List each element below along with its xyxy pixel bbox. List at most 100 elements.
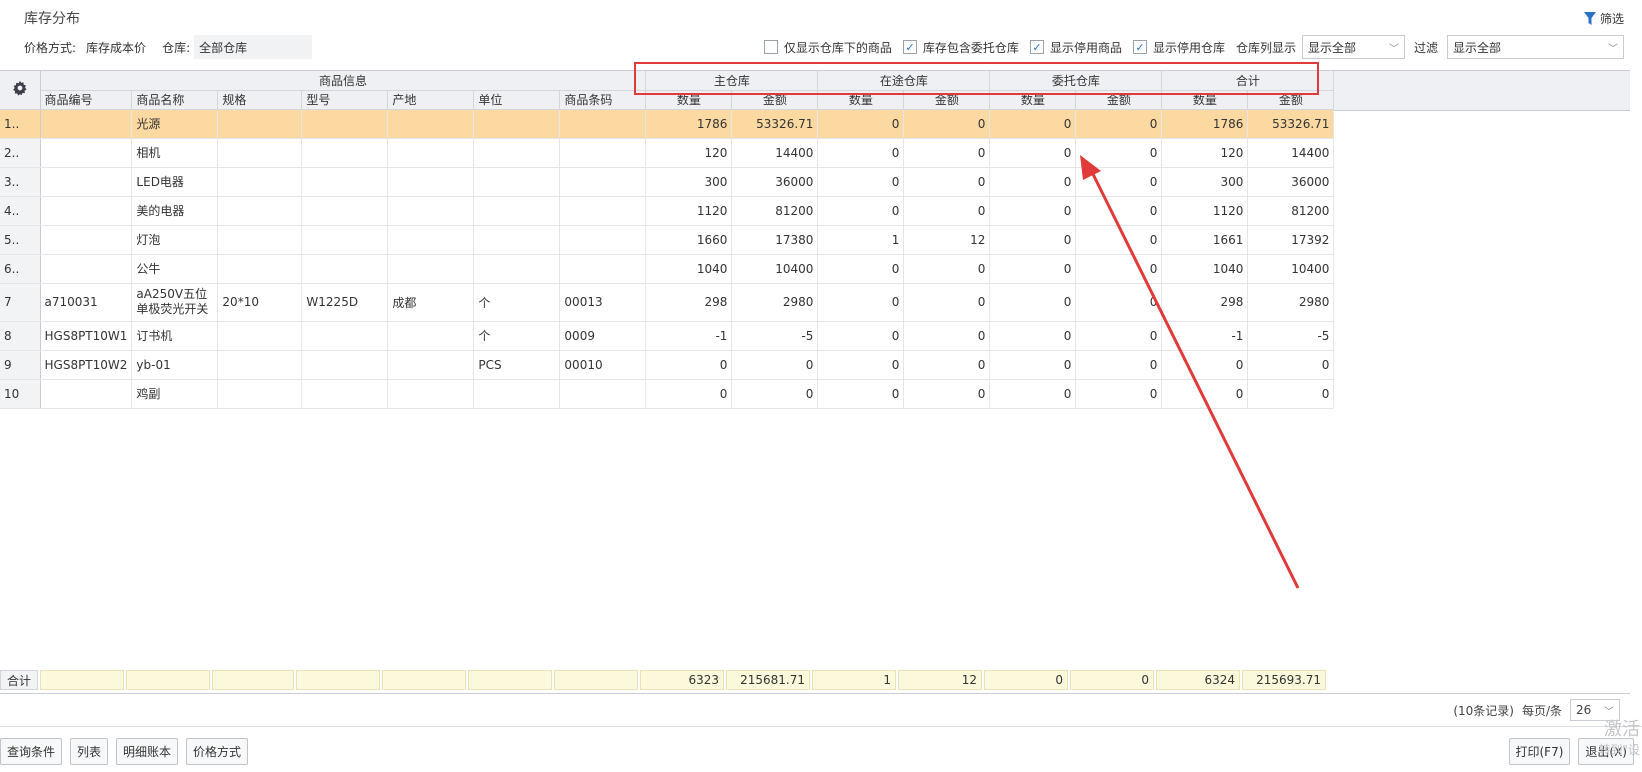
cell-value: 300 [1161, 167, 1249, 197]
query-conditions-button[interactable]: 查询条件 [0, 738, 63, 765]
table-row[interactable]: 7 a710031 aA250V五位单极荧光开关 20*10 W1225D 成都个 0001… [0, 283, 1335, 322]
cell-unit [473, 167, 561, 197]
cell-value: 0 [817, 254, 905, 284]
option-show-disabled-warehouse[interactable]: ✓ 显示停用仓库 [1132, 39, 1225, 56]
cell-value: 0 [989, 167, 1077, 197]
cell-model [301, 196, 389, 226]
cell-value: 0 [903, 138, 991, 168]
cell-value: 0 [731, 350, 819, 380]
cell-value: 0 [903, 321, 991, 351]
detail-ledger-button[interactable]: 明细账本 [116, 738, 179, 765]
table-row[interactable]: 4.. 美的电器 1120 81200 0 0 0 0 1120 81200 [0, 196, 1335, 226]
activation-watermark: 激活 转到"设 [1598, 719, 1640, 758]
column-header[interactable]: 商品编号 [40, 90, 133, 110]
column-header[interactable]: 产地 [387, 90, 475, 110]
table-row[interactable]: 8 HGS8PT10W1 订书机个 0009 -1 -5 0 0 0 0 -1 -5 [0, 321, 1335, 351]
total-label: 合计 [0, 670, 38, 690]
price-method-button[interactable]: 价格方式 [186, 738, 249, 765]
cell-code [40, 254, 133, 284]
column-header[interactable]: 金额 [903, 90, 991, 110]
cell-spec [217, 321, 303, 351]
chevron-down-icon: ﹀ [1604, 706, 1614, 718]
cell-value: 0 [817, 350, 905, 380]
column-header[interactable]: 数量 [1161, 90, 1249, 110]
cell-value: 81200 [1247, 196, 1335, 226]
group-header-total: 合计 [1161, 71, 1335, 91]
column-display-label: 仓库列显示 [1235, 40, 1296, 55]
cell-value: 0 [1161, 379, 1249, 409]
table-row[interactable]: 5.. 灯泡 1660 17380 1 12 0 0 1661 17392 [0, 225, 1335, 255]
column-header[interactable]: 数量 [645, 90, 733, 110]
cell-code [40, 379, 133, 409]
cell-barcode: 0009 [559, 321, 647, 351]
row-index: 5.. [0, 225, 41, 255]
checkbox[interactable] [763, 40, 778, 54]
column-header[interactable]: 规格 [217, 90, 303, 110]
filter-button[interactable]: 筛选 [1583, 10, 1624, 27]
column-header[interactable]: 商品条码 [559, 90, 647, 110]
page-title: 库存分布 [24, 11, 80, 27]
cell-name: 订书机 [131, 321, 219, 351]
list-button[interactable]: 列表 [70, 738, 109, 765]
cell-value: 36000 [731, 167, 819, 197]
cell-value: 0 [989, 321, 1077, 351]
column-header[interactable]: 金额 [1247, 90, 1335, 110]
column-settings-button[interactable] [0, 71, 41, 110]
cell-value: 120 [1161, 138, 1249, 168]
table-row[interactable]: 6.. 公牛 1040 10400 0 0 0 0 1040 10400 [0, 254, 1335, 284]
column-header[interactable]: 金额 [731, 90, 819, 110]
table-row[interactable]: 10 鸡副 0 0 0 0 0 0 0 0 [0, 379, 1335, 409]
table-row[interactable]: 3.. LED电器 300 36000 0 0 0 0 300 36000 [0, 167, 1335, 197]
filter-select[interactable]: 显示全部 ﹀ [1447, 35, 1624, 59]
cell-value: 0 [903, 167, 991, 197]
cell-value: 0 [817, 196, 905, 226]
checkbox[interactable]: ✓ [902, 40, 917, 54]
cell-origin [387, 196, 475, 226]
column-header[interactable]: 金额 [1075, 90, 1163, 110]
column-header[interactable]: 数量 [817, 90, 905, 110]
column-header[interactable]: 商品名称 [131, 90, 219, 110]
cell-value: 1660 [645, 225, 733, 255]
per-page-select[interactable]: 26 ﹀ [1570, 699, 1620, 721]
gear-icon[interactable] [12, 81, 28, 99]
table-row[interactable]: 9 HGS8PT10W2 yb-01 PCS 00010 0 0 0 0 0 0 0 0 [0, 350, 1335, 380]
cell-value: 298 [645, 283, 733, 322]
option-warehouse-goods-only[interactable]: 仅显示仓库下的商品 [763, 39, 892, 56]
cell-origin [387, 254, 475, 284]
row-index: 6.. [0, 254, 41, 284]
print-button[interactable]: 打印(F7) [1508, 738, 1571, 765]
checkbox[interactable]: ✓ [1132, 40, 1147, 54]
warehouse-field[interactable]: 全部仓库 [194, 35, 313, 59]
cell-name: yb-01 [131, 350, 219, 380]
cell-value: 0 [989, 225, 1077, 255]
total-empty-cell [296, 670, 380, 690]
total-empty-cell [382, 670, 466, 690]
column-display-select[interactable]: 显示全部 ﹀ [1301, 35, 1405, 59]
per-page-label: 每页/条 [1521, 703, 1562, 718]
cell-value: 17392 [1247, 225, 1335, 255]
option-include-consign[interactable]: ✓ 库存包含委托仓库 [902, 39, 1019, 56]
cell-value: 0 [1247, 350, 1335, 380]
option-show-disabled-goods[interactable]: ✓ 显示停用商品 [1029, 39, 1122, 56]
cell-value: 10400 [731, 254, 819, 284]
price-method-label: 价格方式: [24, 40, 77, 55]
cell-value: 0 [1075, 225, 1163, 255]
column-header[interactable]: 型号 [301, 90, 389, 110]
cell-value: 1120 [645, 196, 733, 226]
cell-name: 相机 [131, 138, 219, 168]
cell-value: 1786 [1161, 109, 1249, 139]
column-header[interactable]: 数量 [989, 90, 1077, 110]
cell-value: 0 [1075, 138, 1163, 168]
cell-value: 0 [1247, 379, 1335, 409]
column-header[interactable]: 单位 [473, 90, 561, 110]
group-header-main: 主仓库 [645, 71, 819, 91]
table-row[interactable]: 1.. 光源 1786 53326.71 0 0 0 0 1786 53326.71 [0, 109, 1335, 139]
cell-value: 14400 [1247, 138, 1335, 168]
cell-unit [473, 138, 561, 168]
table-row[interactable]: 2.. 相机 120 14400 0 0 0 0 120 14400 [0, 138, 1335, 168]
cell-model [301, 321, 389, 351]
checkbox[interactable]: ✓ [1029, 40, 1044, 54]
cell-value: 0 [817, 167, 905, 197]
cell-name: 光源 [131, 109, 219, 139]
cell-value: 0 [1075, 321, 1163, 351]
